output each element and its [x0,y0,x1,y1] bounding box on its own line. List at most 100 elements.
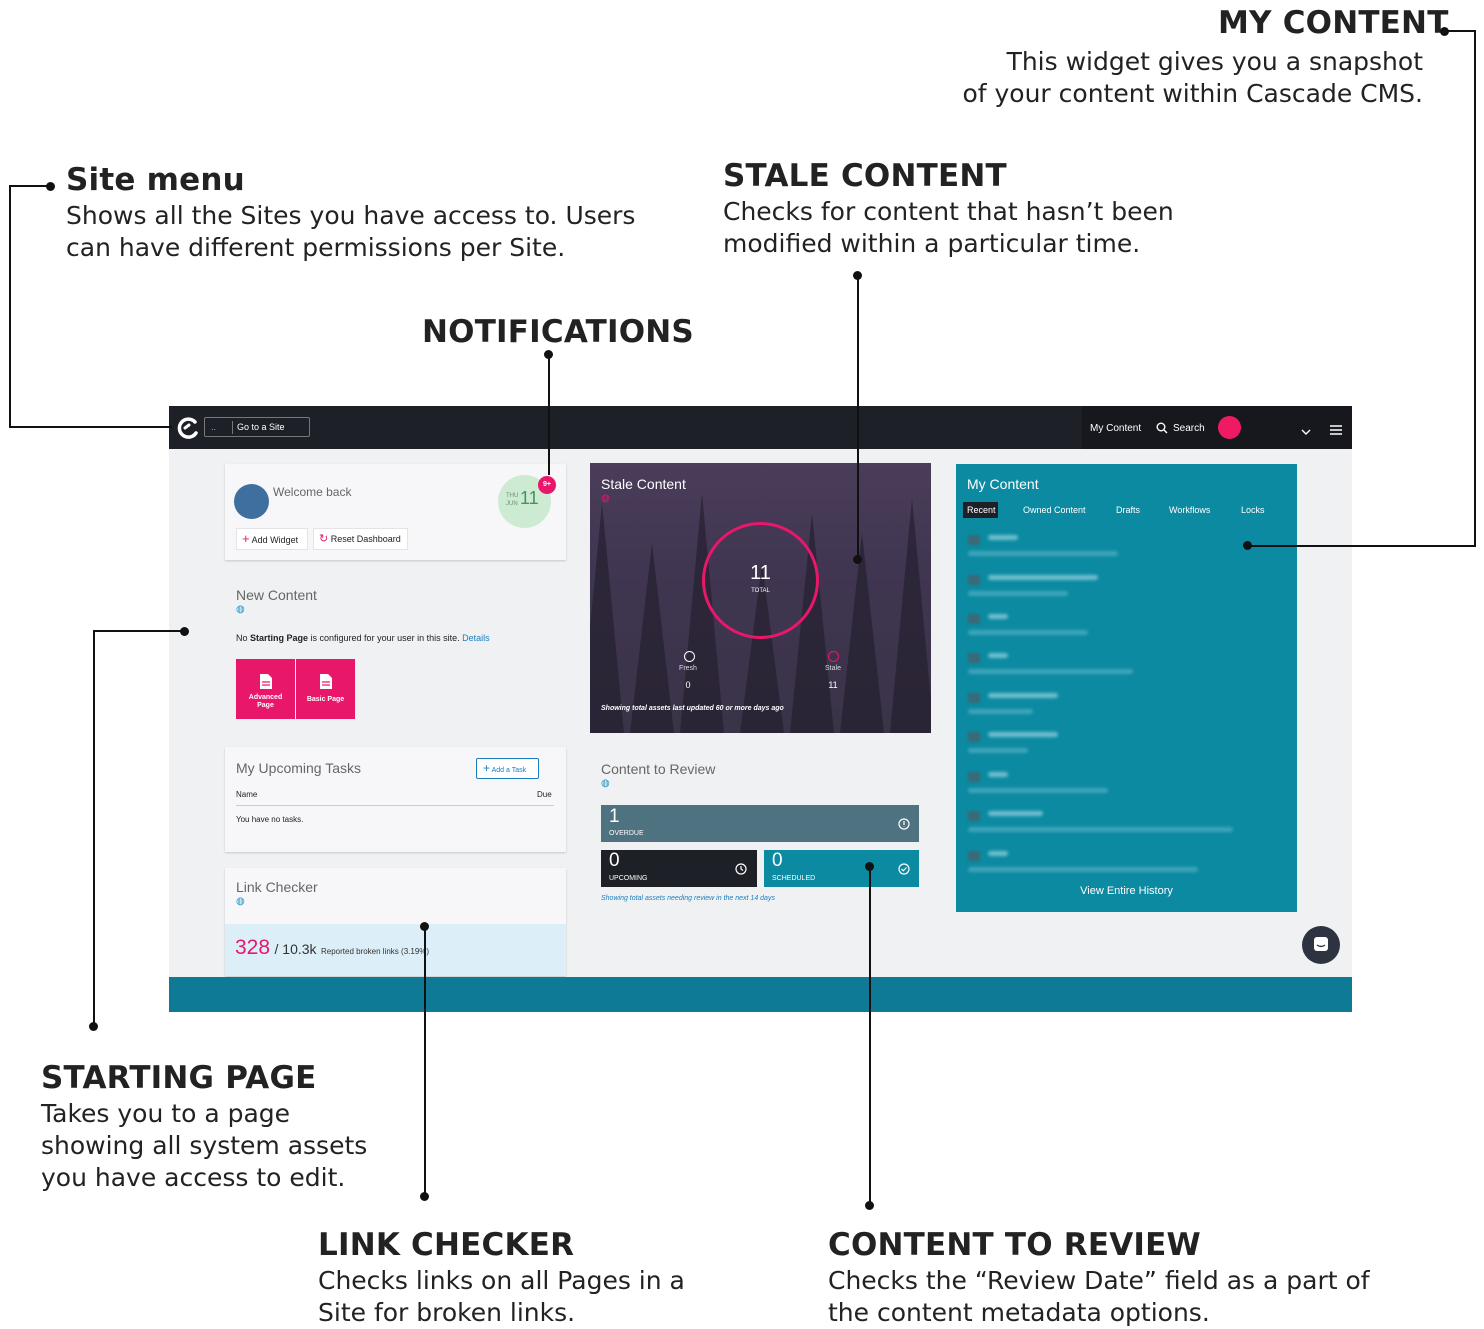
details-link[interactable]: Details [462,633,490,643]
list-item[interactable] [968,730,1268,760]
link-checker-title: Link Checker [236,879,318,895]
annotation-line: Checks the “Review Date” field as a part… [828,1266,1370,1295]
broken-label: Reported broken links (3.19%) [320,947,430,956]
add-task-button[interactable]: + Add a Task [476,758,539,779]
asset-icon [968,575,980,585]
reset-dashboard-button[interactable]: ↻ Reset Dashboard [313,528,408,550]
list-item[interactable] [968,849,1268,879]
hamburger-menu-icon[interactable] [1330,422,1342,435]
annotation-line: Checks for content that hasn’t been [723,197,1174,226]
view-history-link[interactable]: View Entire History [956,885,1297,897]
item-title [988,614,1008,619]
annotation-line: Takes you to a page [41,1099,291,1128]
document-icon [296,673,355,692]
chevron-down-icon[interactable] [1301,423,1311,435]
stale-content-title: Stale Content [601,476,686,492]
site-selector-label: Go to a Site [237,422,285,432]
list-item[interactable] [968,691,1268,721]
advanced-page-button[interactable]: Advanced Page [236,659,295,719]
stale-indicator-icon [828,651,839,662]
tasks-title: My Upcoming Tasks [236,760,362,776]
my-content-title: My Content [967,476,1039,492]
notification-badge[interactable]: 9+ [538,476,556,494]
annotation-line: can have different permissions per Site. [66,233,566,262]
list-item[interactable] [968,573,1268,603]
item-path [968,709,1033,714]
search-icon[interactable] [1156,421,1168,434]
list-item[interactable] [968,651,1268,681]
tab-locks[interactable]: Locks [1241,505,1265,515]
fresh-value: 0 [685,680,691,690]
annotation-starting-page-text: Takes you to a page showing all system a… [41,1098,367,1194]
connector-line [9,426,172,428]
item-title [988,693,1058,698]
connector-dot [1243,541,1252,550]
globe-icon: ◍ [236,604,245,615]
connector-line [548,355,550,475]
stale-footnote: Showing total assets last updated 60 or … [601,705,784,712]
annotation-line: Shows all the Sites you have access to. … [66,201,636,230]
date-day-month: THU JUN [506,492,518,508]
annotation-line: you have access to edit. [41,1163,346,1192]
plus-icon: + [242,531,250,546]
connector-line [93,630,95,1026]
item-title [988,811,1043,816]
item-path [968,630,1088,635]
upcoming-label: UPCOMING [609,875,648,882]
item-path [968,669,1133,674]
site-selector[interactable]: .. Go to a Site [204,417,310,437]
connector-dot [89,1022,98,1031]
connector-line [1474,30,1476,547]
basic-page-button[interactable]: Basic Page [296,659,355,719]
item-title [988,772,1008,777]
tab-owned-content[interactable]: Owned Content [1023,505,1086,515]
item-title [988,732,1058,737]
date-day: THU [506,493,519,499]
annotation-line: of your content within Cascade CMS. [962,79,1423,108]
globe-icon: ◍ [601,493,610,504]
add-widget-label: Add Widget [251,535,299,545]
connector-line [424,926,426,1196]
annotation-my-content-text: This widget gives you a snapshot of your… [962,46,1423,110]
chat-icon [1314,937,1328,951]
user-avatar[interactable] [1218,416,1241,439]
list-item[interactable] [968,770,1268,800]
tab-workflows[interactable]: Workflows [1169,505,1210,515]
asset-icon [968,772,980,782]
stale-total-number: 11 [750,562,771,584]
connector-line [857,275,859,560]
advanced-page-label: Advanced Page [236,694,295,710]
welcome-text: Welcome back [273,485,352,499]
list-item[interactable] [968,809,1268,839]
annotation-content-review-title: CONTENT TO REVIEW [828,1227,1201,1263]
list-item[interactable] [968,612,1268,642]
cascade-logo-icon[interactable] [176,416,200,440]
total-links: / 10.3k [274,941,317,957]
globe-icon: ◍ [236,896,245,907]
annotation-line: showing all system assets [41,1131,368,1160]
my-content-widget [956,464,1297,912]
list-item[interactable] [968,533,1268,563]
link-checker-summary: 328 / 10.3k Reported broken links (3.19%… [235,936,429,960]
asset-icon [968,693,980,703]
clock-icon [735,862,747,875]
divider [232,421,233,434]
my-content-link[interactable]: My Content [1090,423,1141,434]
starting-page-message: No Starting Page is configured for your … [236,633,490,643]
search-link[interactable]: Search [1173,423,1205,434]
overdue-tile[interactable] [601,805,919,842]
add-task-label: Add a Task [491,767,527,774]
tab-drafts[interactable]: Drafts [1116,505,1140,515]
stale-label: Stale [825,665,841,672]
connector-line [9,185,11,428]
date-month: JUN [506,501,518,507]
annotation-site-menu-text: Shows all the Sites you have access to. … [66,200,635,264]
connector-dot [853,555,862,564]
tab-recent[interactable]: Recent [967,505,996,515]
broken-count: 328 [235,936,271,959]
add-widget-button[interactable]: + Add Widget [236,528,308,550]
annotation-stale-content-title: STALE CONTENT [723,158,1007,194]
chat-button[interactable] [1302,926,1340,964]
annotation-line: Site for broken links. [318,1298,576,1327]
annotation-site-menu-title: Site menu [66,162,245,198]
